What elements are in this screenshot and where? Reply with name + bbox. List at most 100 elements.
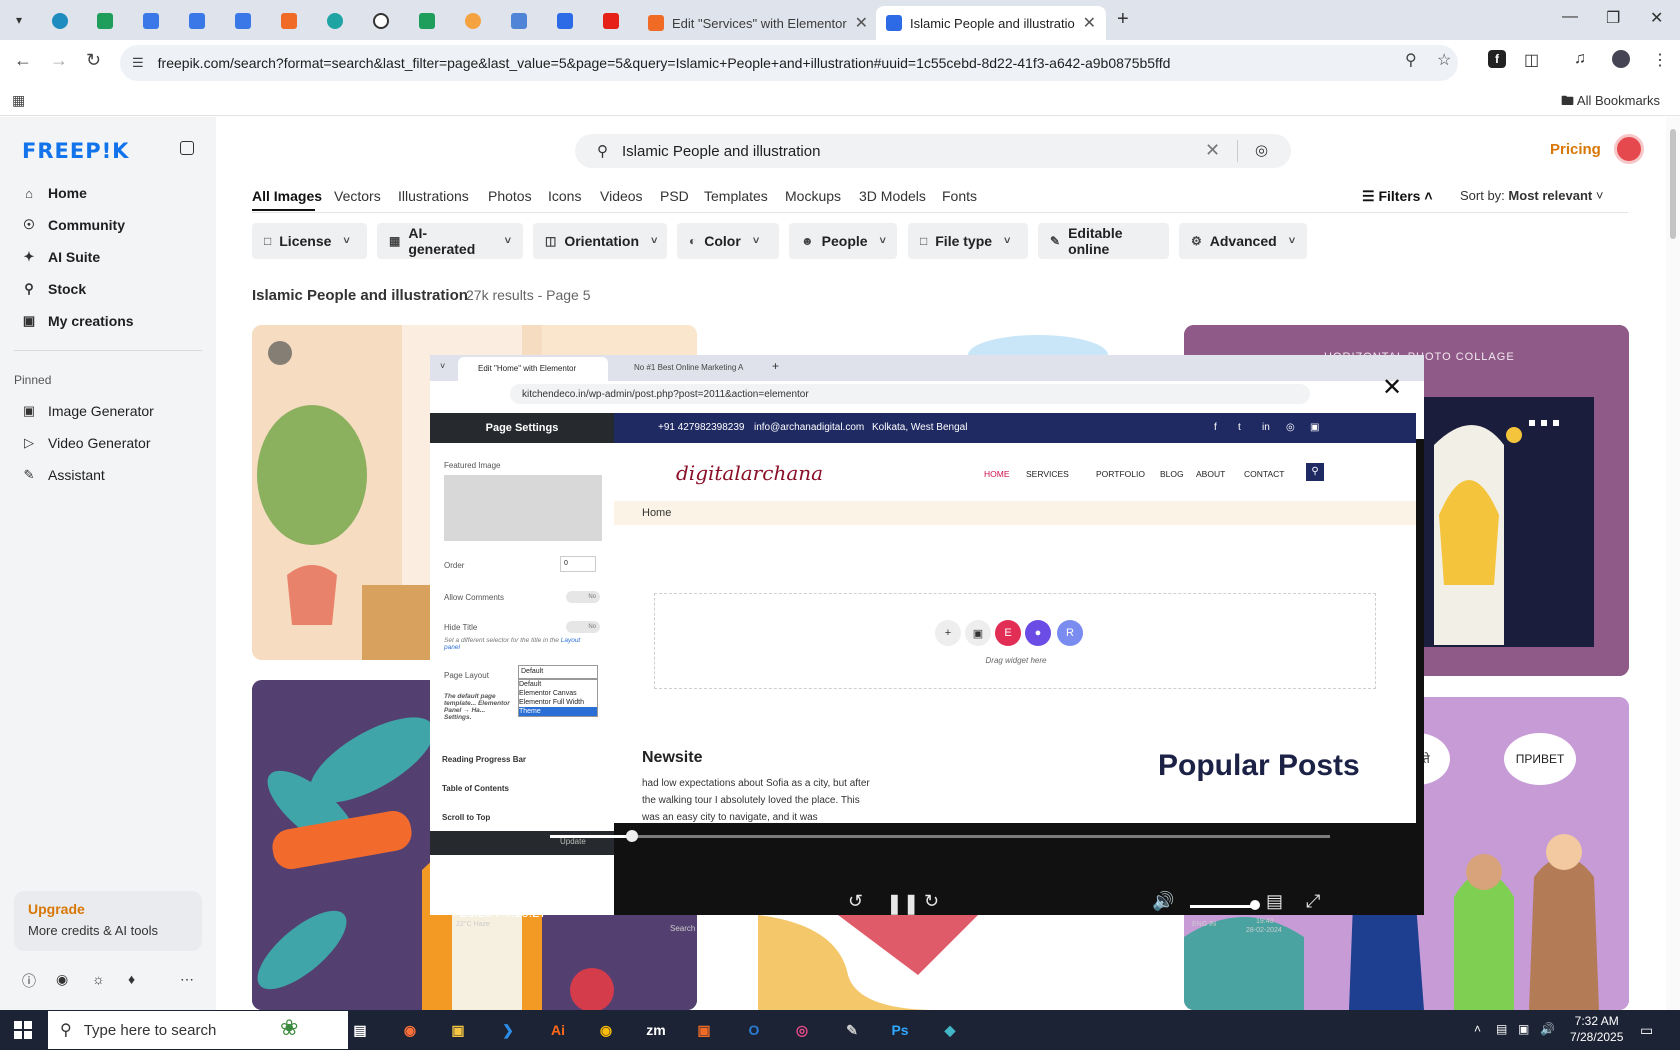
pinned-tab-grid[interactable] [503,8,535,34]
pause-icon[interactable]: ❚❚ [886,891,920,916]
sidebar-item-my-creations[interactable]: ▣ My creations [20,313,134,329]
media-control-icon[interactable]: ♫ [1574,50,1586,68]
pinned-tab-app[interactable] [319,8,351,34]
forward-icon[interactable]: → [50,50,68,71]
user-avatar[interactable] [1614,134,1644,164]
video-progress-knob[interactable] [625,830,638,842]
new-tab-button[interactable]: + [1117,8,1129,31]
freepik-logo[interactable]: FREEP!K [22,139,129,163]
filter-advanced[interactable]: ⚙ Advanced ˅ [1179,223,1307,259]
file-explorer-icon[interactable]: ▣ [440,1016,476,1044]
illustrator-icon[interactable]: Ai [540,1016,576,1044]
app-icon[interactable]: ◆ [932,1016,968,1044]
apps-grid-icon[interactable]: ▦ [12,92,25,109]
tray-device-icon[interactable]: ▣ [1518,1022,1529,1036]
tab-elementor-services[interactable]: Edit "Services" with Elementor ✕ [638,6,878,40]
window-close-icon[interactable]: ✕ [1650,8,1663,28]
firefox-icon[interactable]: ◉ [392,1016,428,1044]
camera-search-icon[interactable]: ◎ [1255,141,1268,159]
pinned-tab-docs[interactable] [135,8,167,34]
elementor-icon[interactable]: ▣ [686,1016,722,1044]
address-bar[interactable]: ☰ freepik.com/search?format=search&last_… [120,45,1458,81]
fullscreen-icon[interactable]: ⤢ [1306,891,1320,912]
pinned-tab-docs[interactable] [227,8,259,34]
pinned-tab-sheets[interactable] [411,8,443,34]
tab-search-button[interactable]: ▾ [6,8,32,32]
sidebar-item-stock[interactable]: ⚲ Stock [20,281,86,297]
photoshop-icon[interactable]: Ps [882,1016,918,1044]
volume-knob[interactable] [1250,900,1260,910]
rewind-10-icon[interactable]: ↺ [848,891,863,912]
bookmark-star-icon[interactable]: ☆ [1437,50,1451,70]
windows-start-icon[interactable] [14,1021,32,1039]
sidebar-item-video-generator[interactable]: ▷ Video Generator [20,435,150,451]
pinned-tab-wordpress[interactable] [44,8,76,34]
close-icon[interactable]: ✕ [855,13,868,33]
tab-freepik-search[interactable]: Islamic People and illustration ✕ [876,6,1106,40]
volume-icon[interactable]: 🔊 [1152,891,1174,912]
tab-icons[interactable]: Icons [548,188,581,204]
sidebar-item-image-generator[interactable]: ▣ Image Generator [20,403,154,419]
zoom-icon[interactable]: zm [638,1016,674,1044]
notification-icon[interactable]: ▭ [1640,1022,1653,1039]
filter-license[interactable]: □ License ˅ [252,223,367,259]
back-icon[interactable]: ← [14,50,32,71]
clear-search-icon[interactable]: ✕ [1205,140,1220,161]
tray-network-icon[interactable]: ▤ [1496,1022,1507,1036]
filters-button[interactable]: ☰ Filters ˄ [1362,188,1433,205]
system-clock[interactable]: 7:32 AM 7/28/2025 [1570,1013,1623,1045]
filter-file-type[interactable]: □ File type ˅ [908,223,1028,259]
close-video-icon[interactable]: ✕ [1382,373,1402,402]
outlook-icon[interactable]: O [736,1016,772,1044]
help-icon[interactable]: ⓘ [22,971,36,991]
pinned-tab-forms[interactable] [549,8,581,34]
notifications-bell-icon[interactable]: ♦ [128,971,135,987]
sort-dropdown[interactable]: Sort by: Most relevant ˅ [1460,188,1603,203]
all-bookmarks[interactable]: 🖿 All Bookmarks [1561,92,1660,114]
sidebar-item-home[interactable]: ⌂ Home [20,185,87,201]
sidebar-toggle-icon[interactable] [180,141,194,155]
taskbar-search[interactable]: ⚲ Type here to search ❀ [48,1011,348,1049]
reload-icon[interactable]: ↻ [86,50,101,71]
pinned-tab-chatgpt[interactable] [365,8,397,34]
scrollbar-thumb[interactable] [1670,129,1676,239]
result-thumbnail[interactable] [718,915,1163,1010]
theme-sun-icon[interactable]: ☼ [92,971,105,987]
pinned-tab-hand[interactable] [457,8,489,34]
menu-kebab-icon[interactable]: ⋮ [1652,50,1668,70]
volume-slider[interactable] [1190,905,1256,908]
tab-videos[interactable]: Videos [600,188,643,204]
tab-vectors[interactable]: Vectors [334,188,381,204]
captions-icon[interactable]: ▤ [1266,891,1283,912]
search-bar[interactable]: ⚲ Islamic People and illustration ✕ ◎ [575,134,1291,168]
site-info-icon[interactable]: ☰ [132,55,144,71]
zoom-icon[interactable]: ⚲ [1405,50,1417,70]
tab-all-images[interactable]: All Images [252,188,322,204]
extensions-puzzle-icon[interactable]: ◫ [1524,50,1539,70]
close-icon[interactable]: ✕ [1083,13,1096,33]
result-thumbnail[interactable] [718,325,1163,355]
tab-templates[interactable]: Templates [704,188,768,204]
tab-mockups[interactable]: Mockups [785,188,841,204]
filter-editable-online[interactable]: ✎ Editable online [1038,223,1169,259]
profile-avatar[interactable] [1612,50,1630,68]
more-options-icon[interactable]: ⋯ [180,971,194,988]
tab-photos[interactable]: Photos [488,188,532,204]
video-progress-bar[interactable] [550,830,1330,842]
forward-10-icon[interactable]: ↻ [924,891,939,912]
restore-icon[interactable]: ❐ [1606,8,1620,28]
sidebar-item-community[interactable]: ☉ Community [20,217,125,233]
creative-cloud-icon[interactable]: ◎ [784,1016,820,1044]
search-input[interactable]: Islamic People and illustration [622,143,820,160]
pricing-link[interactable]: Pricing [1550,141,1601,158]
pinned-tab-sheets[interactable] [89,8,121,34]
pinned-tab-youtube[interactable] [595,8,627,34]
filter-color[interactable]: ◐ Color ˅ [677,223,779,259]
chrome-icon[interactable]: ◉ [588,1016,624,1044]
tab-fonts[interactable]: Fonts [942,188,977,204]
pinned-tab-elementor[interactable] [273,8,305,34]
pinned-tab-docs[interactable] [181,8,213,34]
filter-ai-generated[interactable]: ▦ AI-generated ˅ [377,223,523,259]
extension-icon[interactable]: f [1488,50,1506,68]
sidebar-item-assistant[interactable]: ✎ Assistant [20,467,105,483]
